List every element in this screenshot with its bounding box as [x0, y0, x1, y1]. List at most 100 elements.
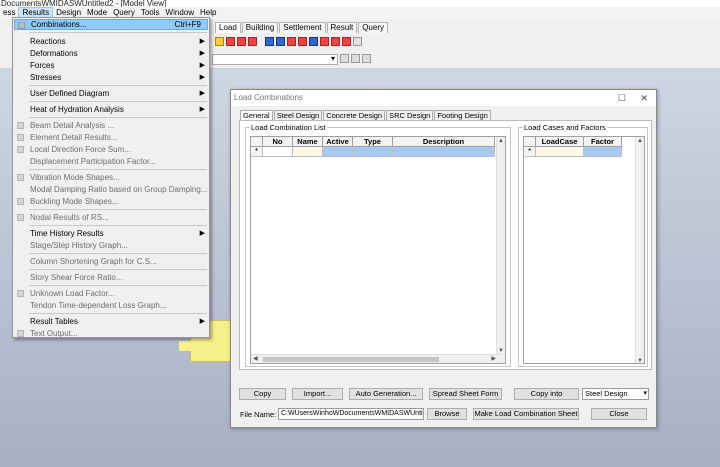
- ribbon-combo[interactable]: [212, 54, 338, 65]
- close-icon[interactable]: ✕: [640, 90, 648, 106]
- load-cases-grid[interactable]: LoadCase Factor * ▲ ▼: [523, 136, 645, 364]
- load-combination-icon[interactable]: [215, 37, 224, 46]
- buckling-mode-icon: [17, 198, 24, 205]
- menu-item-nodal-results-rs[interactable]: Nodal Results of RS...: [14, 212, 208, 223]
- tab-footing-design[interactable]: Footing Design: [434, 110, 491, 120]
- tab-src-design[interactable]: SRC Design: [386, 110, 434, 120]
- column-header-no[interactable]: No: [263, 137, 293, 147]
- scroll-right-icon[interactable]: ▶: [491, 355, 496, 363]
- horizontal-scrollbar[interactable]: ◀ ▶: [251, 354, 505, 363]
- menu-item-buckling-mode[interactable]: Buckling Mode Shapes...: [14, 196, 208, 207]
- cell-type[interactable]: [353, 147, 393, 157]
- menu-separator: [29, 169, 207, 170]
- column-header-type[interactable]: Type: [353, 137, 393, 147]
- cell-loadcase[interactable]: [536, 147, 584, 157]
- auto-generation-button[interactable]: Auto Generation...: [349, 388, 423, 400]
- ribbon-tab-result[interactable]: Result: [326, 22, 358, 33]
- settings-icon[interactable]: [340, 54, 349, 63]
- menu-item-vibration-mode[interactable]: Vibration Mode Shapes...: [14, 172, 208, 183]
- menu-item-result-tables[interactable]: Result Tables ▶: [14, 316, 208, 327]
- row-header-corner: [524, 137, 536, 147]
- lock-icon[interactable]: [362, 54, 371, 63]
- menu-item-heat-of-hydration[interactable]: Heat of Hydration Analysis ▶: [14, 104, 208, 115]
- menu-item-stage-step-history[interactable]: Stage/Step History Graph...: [14, 240, 208, 251]
- menu-separator: [29, 269, 207, 270]
- cell-no[interactable]: [263, 147, 293, 157]
- contour-icon[interactable]: [342, 37, 351, 46]
- scroll-up-icon[interactable]: ▲: [637, 137, 643, 145]
- close-button[interactable]: Close: [591, 408, 647, 420]
- menu-item-modal-damping[interactable]: Modal Damping Ratio based on Group Dampi…: [14, 184, 208, 195]
- file-name-label: File Name:: [240, 410, 277, 419]
- column-header-name[interactable]: Name: [293, 137, 323, 147]
- column-header-active[interactable]: Active: [323, 137, 353, 147]
- menu-item-text-output[interactable]: Text Output...: [14, 328, 208, 339]
- column-header-loadcase[interactable]: LoadCase: [536, 137, 584, 147]
- cell-factor[interactable]: [584, 147, 622, 157]
- menu-item-element-detail[interactable]: Element Detail Results...: [14, 132, 208, 143]
- menu-item-stresses[interactable]: Stresses ▶: [14, 72, 208, 83]
- menu-item-local-direction-force[interactable]: Local Direction Force Sum...: [14, 144, 208, 155]
- load-combination-list-group: Load Combination List No Name Active Typ…: [245, 123, 511, 367]
- cell-active[interactable]: [323, 147, 353, 157]
- ribbon-tab-query[interactable]: Query: [358, 22, 388, 33]
- spread-sheet-form-button[interactable]: Spread Sheet Form: [429, 388, 502, 400]
- vertical-scrollbar[interactable]: ▲ ▼: [635, 137, 644, 363]
- scroll-left-icon[interactable]: ◀: [253, 355, 258, 363]
- ribbon-tab-settlement[interactable]: Settlement: [279, 22, 326, 33]
- menu-item-displacement-participation[interactable]: Displacement Participation Factor...: [14, 156, 208, 167]
- load-combination-grid[interactable]: No Name Active Type Description * ▲ ▼ ◀: [250, 136, 506, 364]
- cell-name[interactable]: [293, 147, 323, 157]
- maximize-icon[interactable]: ☐: [618, 90, 626, 106]
- menu-item-deformations[interactable]: Deformations ▶: [14, 48, 208, 59]
- displacement-icon[interactable]: [248, 37, 257, 46]
- menu-item-unknown-load-factor[interactable]: Unknown Load Factor...: [14, 288, 208, 299]
- cell-description[interactable]: [393, 147, 495, 157]
- tab-concrete-design[interactable]: Concrete Design: [323, 110, 386, 120]
- copy-into-select[interactable]: Steel Design: [582, 388, 649, 400]
- reaction-icon[interactable]: [237, 37, 246, 46]
- ribbon-tab-load[interactable]: Load: [215, 22, 241, 33]
- menu-item-forces[interactable]: Forces ▶: [14, 60, 208, 71]
- column-header-description[interactable]: Description: [393, 137, 495, 147]
- axial-diagram-icon[interactable]: [298, 37, 307, 46]
- column-header-factor[interactable]: Factor: [584, 137, 622, 147]
- menu-separator: [29, 32, 207, 33]
- vertical-scrollbar[interactable]: ▲ ▼: [496, 137, 505, 355]
- menu-item-beam-detail[interactable]: Beam Detail Analysis ...: [14, 120, 208, 131]
- query-icon[interactable]: [353, 37, 362, 46]
- beam-force-icon[interactable]: [265, 37, 274, 46]
- moment-diagram-icon[interactable]: [276, 37, 285, 46]
- row-header-corner: [251, 137, 263, 147]
- ribbon-tab-building[interactable]: Building: [241, 22, 279, 33]
- scroll-thumb[interactable]: [263, 357, 439, 362]
- copy-into-button[interactable]: Copy into: [514, 388, 579, 400]
- tab-steel-design[interactable]: Steel Design: [273, 110, 323, 120]
- make-load-combination-sheet-button[interactable]: Make Load Combination Sheet: [473, 408, 579, 420]
- submenu-arrow-icon: ▶: [199, 74, 205, 81]
- file-name-field[interactable]: C:WUsersWinhoWDocumentsWMIDASWUntitled: [278, 408, 424, 420]
- group-label: Load Cases and Factors: [523, 123, 607, 132]
- menu-item-column-shortening[interactable]: Column Shortening Graph for C.S...: [14, 256, 208, 267]
- menu-item-time-history[interactable]: Time History Results ▶: [14, 228, 208, 239]
- shear-diagram-icon[interactable]: [287, 37, 296, 46]
- stress-icon[interactable]: [309, 37, 318, 46]
- menu-item-combinations[interactable]: Combinations... Ctrl+F9: [14, 19, 208, 30]
- menu-item-story-shear[interactable]: Story Shear Force Ratio...: [14, 272, 208, 283]
- scroll-down-icon[interactable]: ▼: [637, 357, 643, 363]
- browse-button[interactable]: Browse: [427, 408, 467, 420]
- plate-stress-icon[interactable]: [331, 37, 340, 46]
- deformed-shape-icon[interactable]: [226, 37, 235, 46]
- menu-item-reactions[interactable]: Reactions ▶: [14, 36, 208, 47]
- copy-button[interactable]: Copy: [239, 388, 286, 400]
- new-row-marker: *: [251, 147, 263, 157]
- submenu-arrow-icon: ▶: [199, 230, 205, 237]
- import-button[interactable]: Import...: [292, 388, 343, 400]
- ribbon-tabs: Load Building Settlement Result Query: [215, 22, 389, 33]
- plate-force-icon[interactable]: [320, 37, 329, 46]
- menu-item-tendon-loss[interactable]: Tendon Time-dependent Loss Graph...: [14, 300, 208, 311]
- table-icon[interactable]: [351, 54, 360, 63]
- unknown-load-icon: [17, 290, 24, 297]
- scroll-up-icon[interactable]: ▲: [498, 137, 504, 145]
- menu-item-user-defined-diagram[interactable]: User Defined Diagram ▶: [14, 88, 208, 99]
